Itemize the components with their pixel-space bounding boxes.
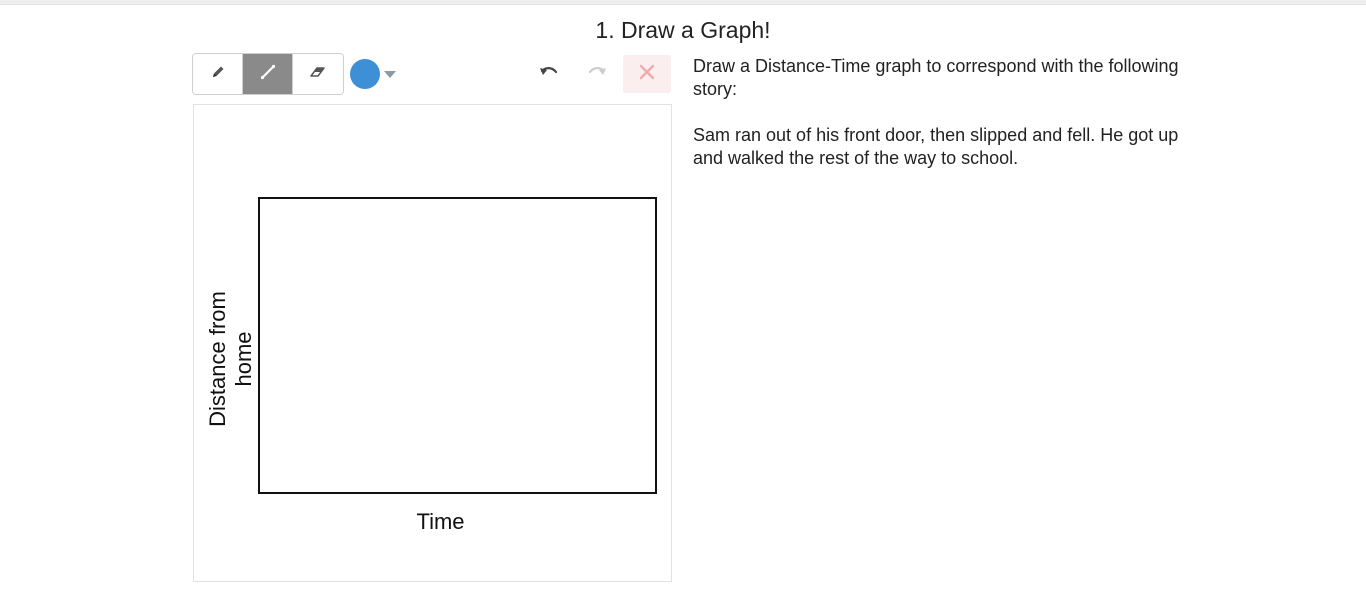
prompt-instruction: Draw a Distance-Time graph to correspond… <box>693 56 1179 99</box>
drawing-canvas[interactable]: Distance from home Time <box>193 104 672 582</box>
pencil-tool-button[interactable] <box>193 54 243 94</box>
eraser-tool-button[interactable] <box>293 54 343 94</box>
line-icon <box>259 63 277 86</box>
top-border-strip <box>0 0 1366 5</box>
close-icon <box>639 64 655 85</box>
clear-button[interactable] <box>623 55 671 93</box>
x-axis-label: Time <box>416 509 465 534</box>
undo-button[interactable] <box>524 55 572 93</box>
y-axis-label-line2: home <box>231 331 256 387</box>
question-title: 1. Draw a Graph! <box>595 17 771 43</box>
question-prompt: Draw a Distance-Time graph to correspond… <box>693 55 1183 193</box>
y-axis-label-line1: Distance from <box>205 291 230 427</box>
chevron-down-icon <box>384 70 396 78</box>
redo-icon <box>588 65 608 84</box>
y-axis-label: Distance from home <box>205 249 257 469</box>
drawing-tool-group <box>192 53 344 95</box>
line-tool-button[interactable] <box>243 54 293 94</box>
redo-button[interactable] <box>574 55 622 93</box>
undo-icon <box>538 65 558 84</box>
prompt-story: Sam ran out of his front door, then slip… <box>693 125 1179 168</box>
pencil-icon <box>210 64 226 85</box>
color-swatch <box>350 59 380 89</box>
graph-plot-area <box>258 197 657 494</box>
axis-tick-mark <box>655 259 657 263</box>
color-picker[interactable] <box>350 58 396 90</box>
eraser-icon <box>309 64 327 85</box>
